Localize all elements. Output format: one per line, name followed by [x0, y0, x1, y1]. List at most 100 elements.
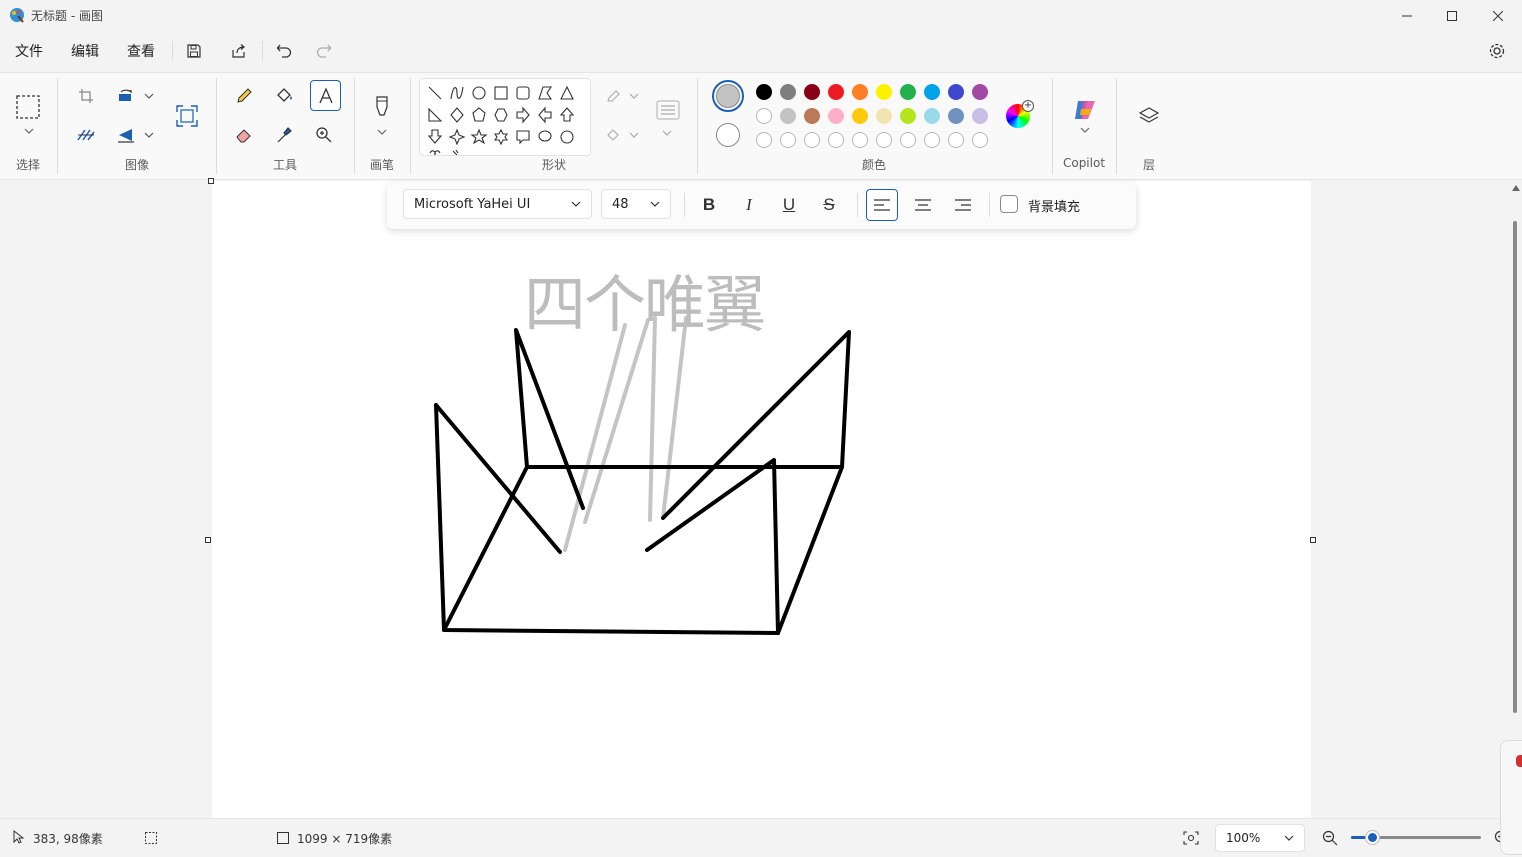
eraser-button[interactable]: [230, 121, 258, 149]
custom-color-slot[interactable]: [900, 132, 916, 148]
menu-file[interactable]: 文件: [15, 40, 43, 64]
primary-color-button[interactable]: [712, 80, 744, 112]
layers-button[interactable]: [1135, 102, 1163, 130]
shape-fill-button[interactable]: [600, 121, 628, 149]
custom-color-slot[interactable]: [948, 132, 964, 148]
rotate-button[interactable]: [112, 82, 140, 110]
color-swatch[interactable]: [756, 84, 772, 100]
underline-button[interactable]: U: [773, 189, 805, 221]
custom-color-slot[interactable]: [924, 132, 940, 148]
zoom-slider-thumb[interactable]: [1366, 831, 1379, 844]
color-swatch[interactable]: [780, 108, 796, 124]
color-swatch[interactable]: [924, 108, 940, 124]
chevron-down-icon[interactable]: [24, 127, 34, 135]
close-button[interactable]: [1475, 0, 1521, 32]
menu-view[interactable]: 查看: [127, 40, 155, 64]
color-swatch[interactable]: [876, 84, 892, 100]
scroll-up-arrow-icon[interactable]: [1512, 185, 1520, 191]
share-button[interactable]: [225, 37, 253, 65]
align-center-button[interactable]: [907, 189, 939, 221]
drawing-stroke-black: [442, 465, 529, 632]
color-swatch[interactable]: [876, 108, 892, 124]
vertical-scroll-thumb[interactable]: [1513, 221, 1517, 713]
color-swatch[interactable]: [972, 84, 988, 100]
select-tool-button[interactable]: [14, 93, 42, 121]
color-swatch[interactable]: [948, 108, 964, 124]
eyedropper-icon: [277, 127, 292, 143]
color-swatch[interactable]: [852, 84, 868, 100]
minimize-button[interactable]: [1384, 0, 1430, 32]
custom-color-slot[interactable]: [804, 132, 820, 148]
color-swatch[interactable]: [900, 84, 916, 100]
chevron-down-icon[interactable]: [144, 92, 154, 100]
color-swatch[interactable]: [828, 84, 844, 100]
undo-button[interactable]: [270, 37, 298, 65]
custom-color-slot[interactable]: [828, 132, 844, 148]
settings-button[interactable]: [1483, 37, 1511, 65]
outline-size-button[interactable]: [654, 96, 682, 124]
custom-color-slot[interactable]: [876, 132, 892, 148]
redo-button[interactable]: [310, 37, 338, 65]
font-family-dropdown[interactable]: Microsoft YaHei UI: [403, 189, 592, 219]
align-right-button[interactable]: [947, 189, 979, 221]
canvas-resize-handle-right[interactable]: [1310, 537, 1316, 543]
chevron-down-icon[interactable]: [662, 129, 672, 137]
custom-color-slot[interactable]: [780, 132, 796, 148]
text-tool-button[interactable]: [310, 80, 341, 111]
shape-outline-button[interactable]: [600, 82, 628, 110]
drawing-stroke-black: [434, 403, 562, 554]
menu-edit[interactable]: 编辑: [71, 40, 99, 64]
italic-button[interactable]: I: [733, 189, 765, 221]
color-swatch[interactable]: [900, 108, 916, 124]
crop-icon: [79, 89, 93, 103]
color-swatch[interactable]: [828, 108, 844, 124]
brushes-button[interactable]: [368, 94, 396, 122]
bold-button[interactable]: B: [693, 189, 725, 221]
chevron-down-icon[interactable]: [629, 131, 639, 139]
color-swatch[interactable]: [804, 84, 820, 100]
image-size-button[interactable]: [173, 102, 201, 130]
resize-button[interactable]: [72, 121, 100, 149]
color-swatch[interactable]: [948, 84, 964, 100]
canvas-text-box[interactable]: 四个唯翼: [524, 254, 766, 344]
fit-to-window-icon: [1183, 831, 1199, 845]
zoom-dropdown[interactable]: 100%: [1215, 824, 1305, 852]
align-left-button[interactable]: [866, 189, 898, 221]
color-swatch[interactable]: [756, 108, 772, 124]
fit-to-window-button[interactable]: [1177, 824, 1205, 852]
custom-color-slot[interactable]: [852, 132, 868, 148]
secondary-color-button[interactable]: [716, 123, 740, 147]
vertical-scrollbar[interactable]: [1510, 181, 1522, 818]
zoom-out-button[interactable]: [1316, 824, 1344, 852]
line-shape-icon: [428, 86, 442, 100]
color-swatch[interactable]: [780, 84, 796, 100]
chevron-down-icon[interactable]: [144, 131, 154, 139]
chevron-down-icon[interactable]: [377, 128, 387, 136]
fill-button[interactable]: [270, 82, 298, 110]
six-point-star-shape-icon: [493, 128, 509, 146]
edit-colors-button[interactable]: +: [1006, 100, 1034, 130]
font-size-dropdown[interactable]: 48: [601, 189, 671, 219]
save-button[interactable]: [180, 37, 208, 65]
flip-button[interactable]: [112, 121, 140, 149]
crop-button[interactable]: [72, 82, 100, 110]
strikethrough-button[interactable]: S: [813, 189, 845, 221]
color-picker-button[interactable]: [270, 121, 298, 149]
canvas-resize-handle-left[interactable]: [205, 537, 211, 543]
shapes-gallery-icons[interactable]: [420, 79, 591, 156]
copilot-button[interactable]: [1071, 96, 1099, 124]
custom-color-slot[interactable]: [756, 132, 772, 148]
magnifier-button[interactable]: [310, 121, 338, 149]
color-swatch[interactable]: [972, 108, 988, 124]
floating-side-widget[interactable]: [1500, 740, 1522, 855]
custom-color-slot[interactable]: [972, 132, 988, 148]
background-fill-checkbox[interactable]: [1000, 195, 1018, 213]
chevron-down-icon[interactable]: [629, 92, 639, 100]
maximize-button[interactable]: [1429, 0, 1475, 32]
color-swatch[interactable]: [804, 108, 820, 124]
pencil-button[interactable]: [230, 82, 258, 110]
canvas-resize-handle-top[interactable]: [208, 178, 214, 184]
chevron-down-icon[interactable]: [1080, 126, 1090, 134]
color-swatch[interactable]: [852, 108, 868, 124]
color-swatch[interactable]: [924, 84, 940, 100]
